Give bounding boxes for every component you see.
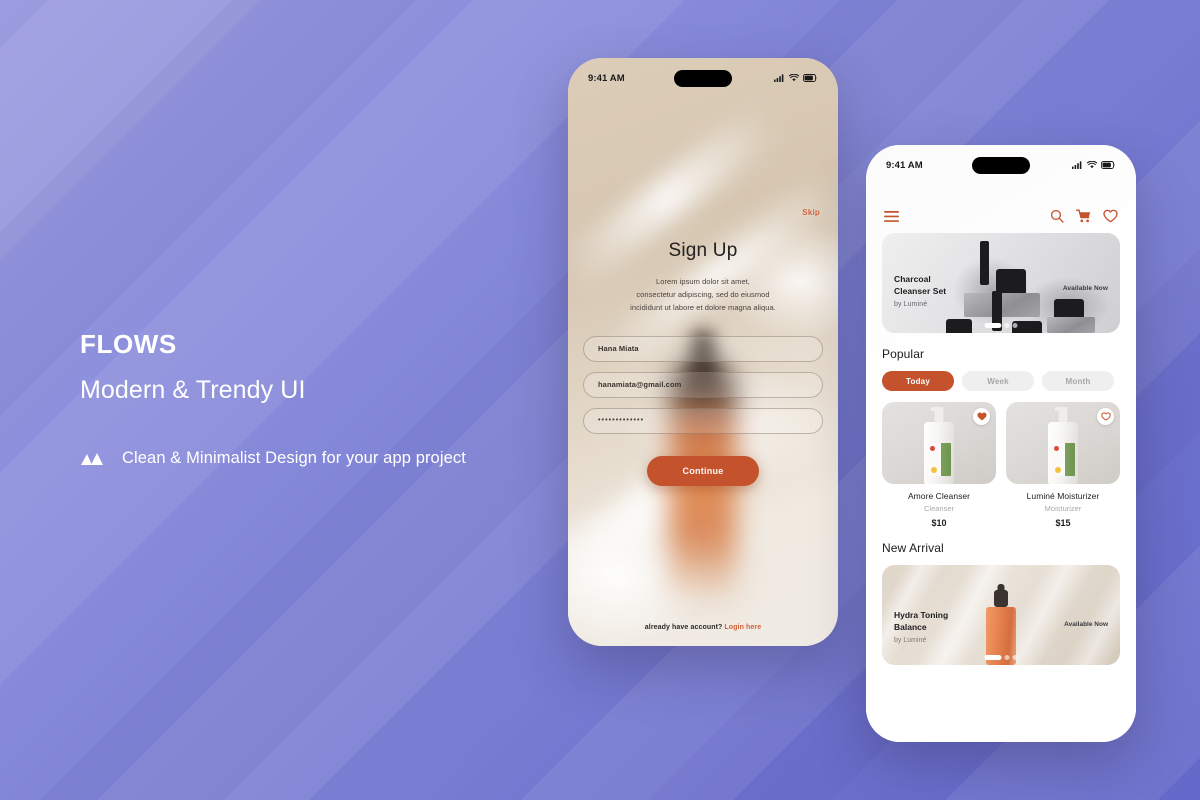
cellular-signal-icon (1072, 161, 1083, 169)
description-line: incididunt ut labore et dolore magna ali… (630, 302, 776, 312)
status-icons (774, 74, 818, 82)
page-title: Sign Up (668, 240, 738, 261)
description-line: consectetur adipiscing, sed do eiusmod (636, 289, 770, 299)
carousel-dot[interactable] (1012, 323, 1018, 328)
status-bar: 9:41 AM (568, 58, 838, 98)
headline: Modern & Trendy UI (80, 375, 306, 404)
product-bottle-pump (930, 407, 944, 422)
hero-product-item (946, 319, 972, 333)
heart-filled-icon (976, 408, 987, 426)
product-price: $10 (931, 518, 947, 528)
presentation-canvas: FLOWS Modern & Trendy UI Clean & Minimal… (0, 0, 1200, 800)
wifi-icon (789, 74, 799, 82)
popular-section-title: Popular (882, 347, 925, 361)
product-bottle-shape (924, 422, 954, 484)
product-thumbnail (882, 402, 996, 484)
carousel-dot[interactable] (1004, 323, 1010, 328)
nav-actions (1050, 209, 1118, 223)
tab-week[interactable]: Week (962, 371, 1034, 391)
product-name: Amore Cleanser (907, 491, 971, 501)
signup-form: Sign Up Lorem ipsum dolor sit amet, cons… (568, 240, 838, 486)
field-list: Hana Miata hanamiata@gmail.com •••••••••… (583, 335, 823, 434)
hero-display-rock (1047, 317, 1095, 333)
password-field[interactable]: ••••••••••••• (583, 407, 823, 434)
product-price: $15 (1055, 518, 1071, 528)
new-arrival-section-title: New Arrival (882, 541, 944, 555)
product-card[interactable]: Luminé Moisturizer Moisturizer $15 (1006, 402, 1120, 528)
shopping-cart-icon[interactable] (1075, 209, 1091, 223)
feature-text: Clean & Minimalist Design for your app p… (122, 448, 466, 467)
hero-title-line: Cleanser Set (894, 286, 947, 297)
hero-carousel-indicator[interactable] (984, 323, 1018, 328)
product-bottle-label (927, 443, 951, 476)
product-category: Moisturizer (1044, 504, 1082, 513)
product-card[interactable]: Amore Cleanser Cleanser $10 (882, 402, 996, 528)
login-prompt: already have account? Login here (568, 624, 838, 631)
phone-mockup-shop: 9:41 AM Charcoal Cleanser Set by Luminé … (866, 145, 1136, 742)
hero-text-block: Charcoal Cleanser Set by Luminé (894, 273, 946, 308)
dynamic-island (674, 70, 732, 87)
heart-outline-icon (1100, 408, 1111, 426)
marketing-panel: FLOWS Modern & Trendy UI Clean & Minimal… (80, 330, 550, 468)
carousel-dot-active[interactable] (984, 655, 1002, 660)
email-field[interactable]: hanamiata@gmail.com (583, 371, 823, 398)
product-bottle-shape (1048, 422, 1078, 484)
battery-icon (1101, 161, 1116, 169)
mountains-icon (80, 449, 104, 467)
hero-availability-label: Available Now (1062, 285, 1108, 292)
new-arrival-title-line: Hydra Toning (894, 610, 949, 620)
feature-row: Clean & Minimalist Design for your app p… (80, 449, 550, 468)
tab-today[interactable]: Today (882, 371, 954, 391)
popular-filter-tabs: Today Week Month (882, 371, 1120, 391)
phone-mockup-signup: 9:41 AM Skip Sign Up Lorem ipsum dolor s… (568, 58, 838, 646)
favorite-button[interactable] (1097, 408, 1114, 425)
status-bar: 9:41 AM (866, 145, 1136, 185)
hero-title-line: Charcoal (894, 274, 931, 284)
carousel-dot-active[interactable] (984, 323, 1002, 328)
new-arrival-section: New Arrival Hydra Toning Balance by Lumi… (882, 541, 1120, 665)
login-prompt-text: already have account? (644, 624, 723, 631)
full-name-field[interactable]: Hana Miata (583, 335, 823, 362)
dynamic-island (972, 157, 1030, 174)
shop-content: Charcoal Cleanser Set by Luminé Availabl… (866, 233, 1136, 742)
hero-banner-card[interactable]: Charcoal Cleanser Set by Luminé Availabl… (882, 233, 1120, 333)
battery-icon (803, 74, 818, 82)
hero-display-rock (964, 293, 1040, 317)
description-line: Lorem ipsum dolor sit amet, (656, 277, 750, 286)
hero-product-item (980, 241, 989, 285)
status-time: 9:41 AM (886, 159, 923, 171)
tab-month[interactable]: Month (1042, 371, 1114, 391)
hamburger-menu-icon[interactable] (884, 210, 899, 222)
dropper-cap-shape (994, 590, 1008, 607)
product-bottle-label (1051, 443, 1075, 476)
brand-title: FLOWS (80, 329, 177, 359)
login-here-link[interactable]: Login here (724, 624, 761, 631)
new-arrival-text-block: Hydra Toning Balance by Luminé (894, 609, 948, 644)
carousel-dot[interactable] (1012, 655, 1018, 660)
signup-description: Lorem ipsum dolor sit amet, consectetur … (583, 276, 823, 315)
new-arrival-availability-label: Available Now (1064, 621, 1108, 628)
search-icon[interactable] (1050, 209, 1064, 223)
shop-top-nav (866, 209, 1136, 223)
favorite-button[interactable] (973, 408, 990, 425)
new-arrival-brand: by Luminé (894, 637, 927, 645)
product-bottle-pump (1054, 407, 1068, 422)
product-thumbnail (1006, 402, 1120, 484)
carousel-dot[interactable] (1004, 655, 1010, 660)
skip-button[interactable]: Skip (802, 208, 820, 217)
status-time: 9:41 AM (588, 72, 625, 84)
product-grid: Amore Cleanser Cleanser $10 Luminé Moist… (882, 402, 1120, 528)
new-arrival-card[interactable]: Hydra Toning Balance by Luminé Available… (882, 565, 1120, 665)
product-name: Luminé Moisturizer (1026, 491, 1100, 501)
new-arrival-title-line: Balance (894, 622, 927, 633)
continue-button[interactable]: Continue (647, 455, 759, 486)
cellular-signal-icon (774, 74, 785, 82)
wifi-icon (1087, 161, 1097, 169)
product-category: Cleanser (923, 504, 954, 513)
new-arrival-carousel-indicator[interactable] (984, 655, 1018, 660)
status-icons (1072, 161, 1116, 169)
heart-icon[interactable] (1103, 209, 1118, 223)
popular-section: Popular Today Week Month Amore Cleanser … (882, 347, 1120, 528)
hero-brand: by Luminé (894, 301, 928, 309)
